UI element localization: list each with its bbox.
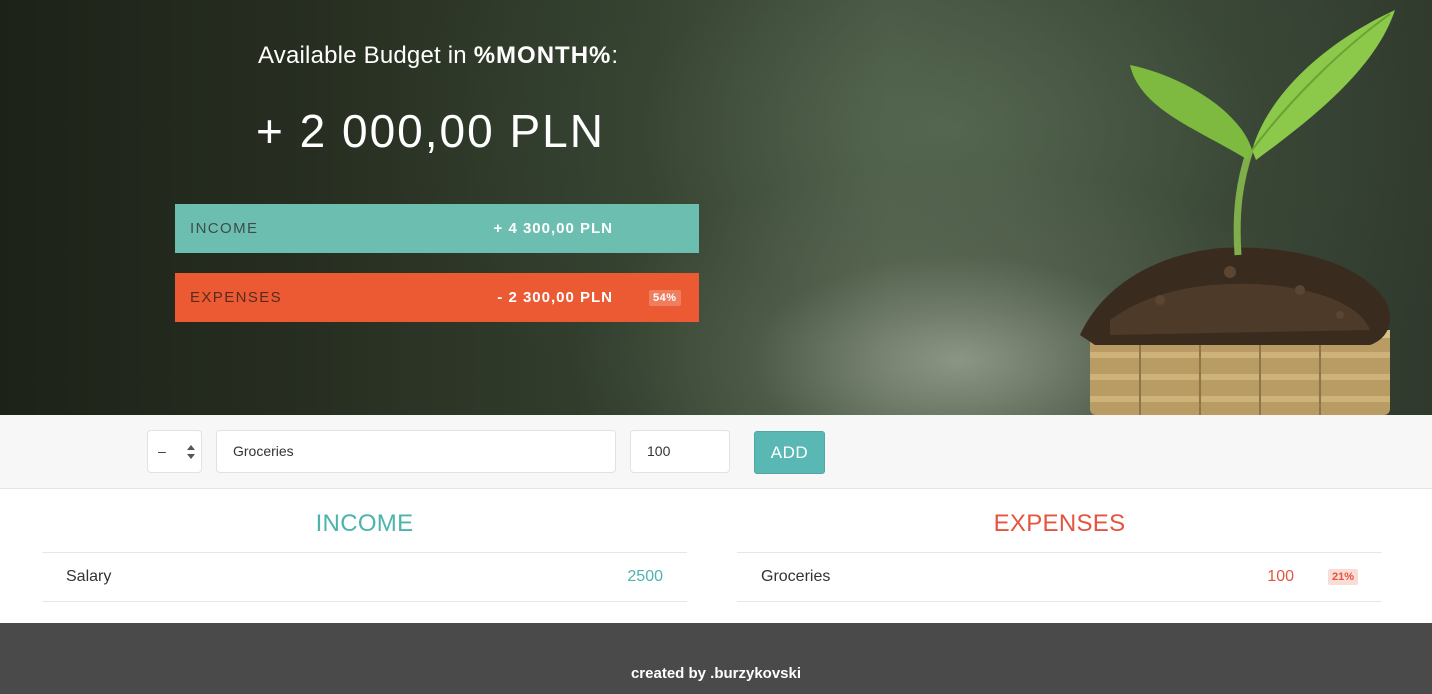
income-summary-label: INCOME [190,220,259,237]
add-item-bar: – Groceries 100 ADD [0,415,1432,489]
hero-header: Available Budget in %MONTH%: + 2 000,00 … [0,0,1432,415]
footer: created by .burzykovski [0,623,1432,694]
value-input[interactable]: 100 [630,430,730,473]
budget-title-suffix: : [611,42,619,69]
expenses-percentage-badge: 54% [649,289,681,306]
footer-credit: created by .burzykovski [630,665,802,682]
expenses-summary-amount: - 2 300,00 PLN [497,289,613,306]
expenses-list-title: EXPENSES [737,489,1382,553]
expenses-list: EXPENSES Groceries 100 21% [737,489,1382,602]
type-select[interactable]: – [147,430,202,473]
type-select-value: – [158,443,166,459]
expenses-summary: EXPENSES - 2 300,00 PLN 54% [175,273,699,322]
income-list: INCOME Salary 2500 [42,489,687,602]
budget-title-prefix: Available Budget in [258,42,474,69]
item-description: Salary [66,568,112,585]
item-value: 2500 [627,568,663,585]
income-list-title: INCOME [42,489,687,553]
list-item[interactable]: Groceries 100 21% [737,553,1382,602]
list-item[interactable]: Salary 2500 [42,553,687,602]
description-input[interactable]: Groceries [216,430,616,473]
budget-value: + 2 000,00 PLN [256,105,605,157]
budget-title: Available Budget in %MONTH%: [258,42,618,70]
income-summary: INCOME + 4 300,00 PLN [175,204,699,253]
budget-month: %MONTH% [473,42,612,69]
income-summary-amount: + 4 300,00 PLN [493,220,613,237]
item-value: 100 [1267,568,1294,585]
item-percentage-badge: 21% [1327,569,1358,585]
add-button[interactable]: ADD [754,431,825,474]
item-description: Groceries [761,568,831,585]
expenses-summary-label: EXPENSES [190,289,283,306]
plant-on-coins-image [1080,10,1395,415]
select-arrows-icon [187,445,195,459]
